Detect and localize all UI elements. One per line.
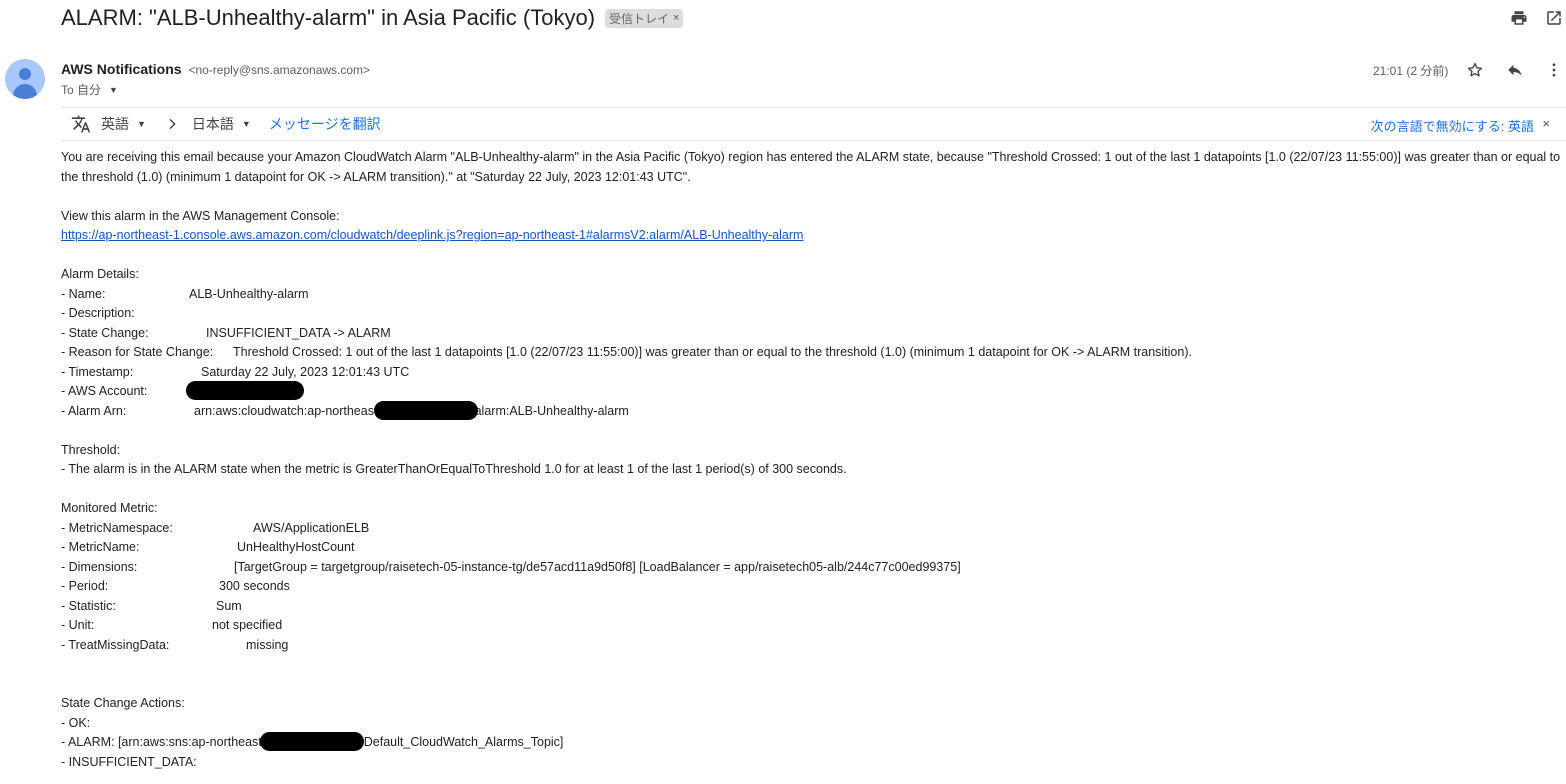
disable-translation-link[interactable]: 次の言語で無効にする: 英語 — [1371, 116, 1534, 135]
translate-bar-bottom-divider — [61, 140, 1566, 141]
detail-row: - Alarm Arn: arn:aws:cloudwatch:ap-northe… — [61, 400, 1561, 422]
detail-row: - Name: ALB-Unhealthy-alarm — [61, 286, 309, 301]
translate-bar-top-divider — [61, 107, 1566, 108]
metric-row: - MetricName: UnHealthyHostCount — [61, 540, 355, 554]
source-language-dropdown[interactable]: 英語 ▼ — [101, 114, 146, 134]
metric-row: - Statistic: Sum — [61, 598, 242, 613]
open-in-new-window-icon[interactable] — [1544, 8, 1564, 28]
redacted-account-id — [373, 400, 478, 420]
detail-row: - State Change: INSUFFICIENT_DATA -> ALAR… — [61, 325, 391, 340]
target-language-dropdown[interactable]: 日本語 ▼ — [192, 114, 251, 134]
close-icon[interactable]: × — [1542, 116, 1550, 131]
chevron-right-icon — [164, 116, 180, 132]
metric-row: - Dimensions: [TargetGroup = targetgroup/… — [61, 559, 961, 574]
inbox-label-text: 受信トレイ — [609, 11, 670, 26]
detail-row: - Timestamp: Saturday 22 July, 2023 12:01… — [61, 364, 410, 379]
action-alarm: - ALARM: [arn:aws:sns:ap-northeast Defaul… — [61, 732, 1561, 753]
reply-icon[interactable] — [1505, 60, 1525, 80]
actions-heading: State Change Actions: — [61, 696, 185, 710]
more-vert-icon[interactable] — [1544, 60, 1564, 80]
chevron-down-icon: ▼ — [109, 84, 118, 95]
metric-row: - Period: 300 seconds — [61, 579, 290, 593]
message-time: 21:01 (2 分前) — [1373, 64, 1449, 78]
recipient-label: To 自分 — [61, 83, 102, 97]
sender-email: <no-reply@sns.amazonaws.com> — [188, 63, 371, 77]
threshold-text: - The alarm is in the ALARM state when t… — [61, 462, 847, 476]
translate-message-link[interactable]: メッセージを翻訳 — [269, 114, 381, 134]
print-icon[interactable] — [1509, 8, 1529, 28]
metric-row: - Unit: not specified — [61, 618, 283, 632]
star-icon[interactable] — [1465, 60, 1485, 80]
recipient-dropdown[interactable]: To 自分 ▼ — [61, 81, 118, 98]
redacted-account-id — [186, 381, 304, 401]
chevron-down-icon: ▼ — [137, 119, 146, 129]
metric-row: - MetricNamespace: AWS/ApplicationELB — [61, 520, 370, 535]
detail-row: - Description: — [61, 306, 135, 320]
sender-name[interactable]: AWS Notifications — [61, 61, 182, 77]
action-ok: - OK: — [61, 715, 91, 730]
sender-line: AWS Notifications <no-reply@sns.amazonaw… — [61, 61, 370, 77]
email-body: You are receiving this email because you… — [61, 148, 1561, 772]
sender-avatar[interactable] — [5, 59, 45, 99]
avatar-head-shape — [19, 68, 31, 80]
intro-paragraph: You are receiving this email because you… — [61, 150, 1561, 184]
threshold-heading: Threshold: — [61, 442, 121, 457]
inbox-label-chip[interactable]: 受信トレイ × — [605, 8, 684, 28]
remove-label-icon[interactable]: × — [673, 12, 679, 24]
avatar-body-shape — [13, 84, 37, 99]
action-insufficient: - INSUFFICIENT_DATA: — [61, 754, 197, 769]
target-language-label: 日本語 — [191, 116, 234, 132]
email-subject: ALARM: "ALB-Unhealthy-alarm" in Asia Pac… — [61, 5, 596, 30]
chevron-down-icon: ▼ — [241, 119, 251, 129]
source-language-label: 英語 — [101, 116, 129, 132]
details-heading: Alarm Details: — [61, 267, 139, 281]
console-link[interactable]: https://ap-northeast-1.console.aws.amazo… — [61, 228, 803, 242]
console-heading: View this alarm in the AWS Management Co… — [61, 208, 340, 223]
detail-row: - AWS Account: — [61, 381, 1561, 402]
metric-row: - TreatMissingData: missing — [61, 637, 289, 652]
translate-icon — [71, 114, 91, 134]
translate-bar: 英語 ▼ 日本語 ▼ メッセージを翻訳 — [61, 109, 1566, 139]
subject-row: ALARM: "ALB-Unhealthy-alarm" in Asia Pac… — [61, 4, 684, 32]
metric-heading: Monitored Metric: — [61, 501, 158, 515]
redacted-account-id — [259, 732, 364, 752]
detail-row: - Reason for State Change: Threshold Cros… — [61, 345, 1192, 359]
